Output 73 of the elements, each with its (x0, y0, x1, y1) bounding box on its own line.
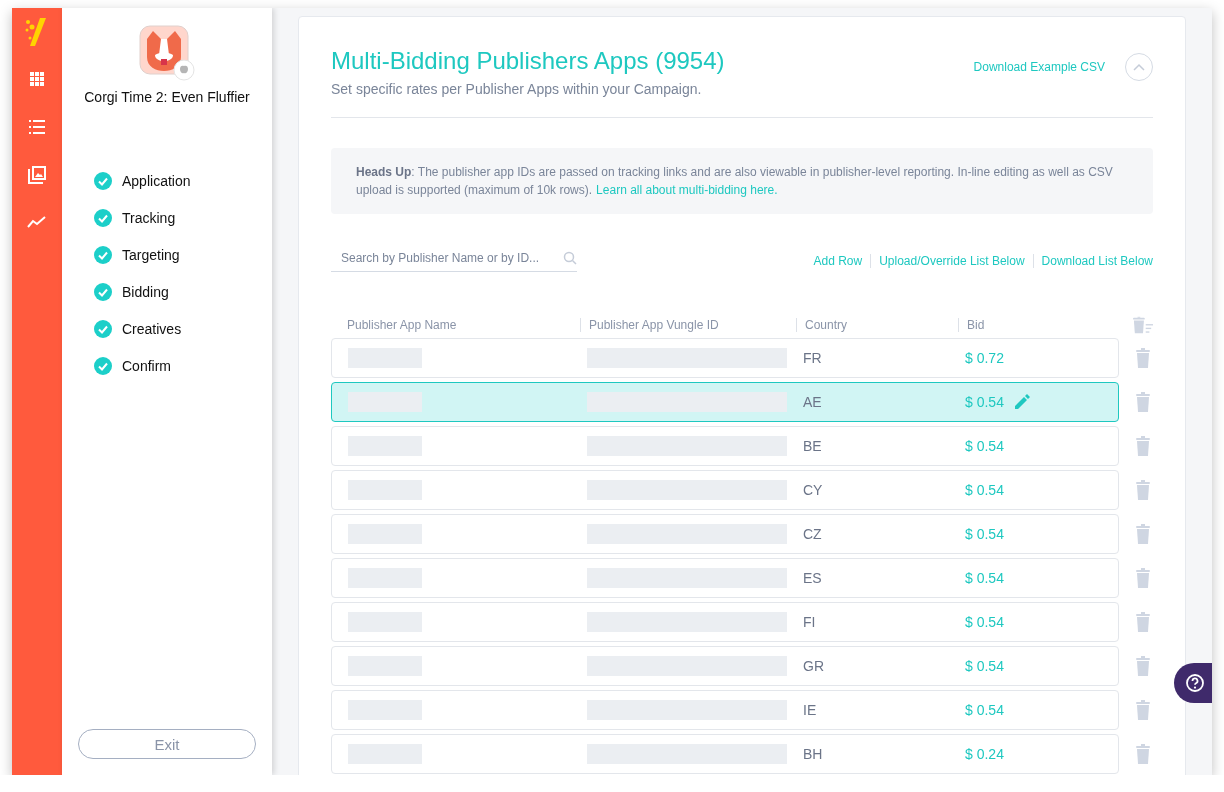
download-example-link[interactable]: Download Example CSV (973, 60, 1105, 74)
step-label[interactable]: Application (122, 172, 191, 189)
bid-cell[interactable]: $ 0.54 (965, 658, 1004, 674)
search-icon (563, 250, 577, 265)
action-link[interactable]: Add Row (805, 254, 871, 268)
page-subtitle: Set specific rates per Publisher Apps within your Campaign. (331, 81, 703, 97)
trash-icon[interactable] (1135, 480, 1151, 500)
country-cell-text: CY (803, 482, 824, 498)
country-cell-text: CZ (803, 526, 823, 542)
collapse-button[interactable] (1125, 53, 1153, 81)
bid-cell[interactable]: $ 0.72 (965, 350, 1004, 366)
learn-more-link[interactable]: Learn all about multi-bidding here. (596, 183, 778, 197)
column-header[interactable]: Bid (958, 318, 1133, 332)
page-title: Multi-Bidding Publishers Apps (9954) (331, 47, 726, 75)
heads-up-notice: Heads Up: The publisher app IDs are passed on tracking links and are also viewable in publisher-level reporting. In-line editing as well as CSV upload is supported (maximum of 10k rows). Learn all about multi-bidding here. (331, 148, 1153, 214)
step-label[interactable]: Bidding (122, 283, 169, 300)
trash-icon[interactable] (1135, 744, 1151, 764)
bid-cell[interactable]: $ 0.24 (965, 746, 1004, 762)
step-label[interactable]: Targeting (122, 246, 180, 263)
bid-cell[interactable]: $ 0.54 (965, 482, 1004, 498)
table-row[interactable]: GR $ 0.54 (331, 646, 1119, 686)
country-cell-text: GR (803, 658, 825, 674)
trash-icon[interactable] (1135, 524, 1151, 544)
trash-icon[interactable] (1135, 656, 1151, 676)
app-icon (139, 25, 195, 81)
column-header[interactable]: Publisher App Name (331, 318, 580, 332)
chevron-up-icon (1133, 63, 1145, 71)
step-label[interactable]: Tracking (122, 209, 176, 226)
country-cell-text: BH (803, 746, 824, 762)
country-cell-text: ES (803, 570, 823, 586)
bid-cell[interactable]: $ 0.54 (965, 438, 1004, 454)
table-row[interactable]: IE $ 0.54 (331, 690, 1119, 730)
table-row[interactable]: FI $ 0.54 (331, 602, 1119, 642)
pencil-icon[interactable] (1013, 394, 1030, 410)
bid-cell[interactable]: $ 0.54 (965, 394, 1004, 410)
bid-cell[interactable]: $ 0.54 (965, 702, 1004, 718)
table-row[interactable]: BH $ 0.24 (331, 734, 1119, 774)
country-cell-text: FR (803, 350, 823, 366)
delete-all-icon[interactable] (1133, 316, 1153, 334)
table-row[interactable]: FR $ 0.72 (331, 338, 1119, 378)
table-row[interactable]: ES $ 0.54 (331, 558, 1119, 598)
column-header[interactable]: Publisher App Vungle ID (580, 318, 796, 332)
trend-line-icon[interactable] (27, 216, 47, 228)
grid-icon[interactable] (30, 72, 44, 86)
question-mark-icon (1185, 673, 1205, 693)
trash-icon[interactable] (1135, 348, 1151, 368)
trash-icon[interactable] (1135, 700, 1151, 720)
table-row[interactable]: AE $ 0.54 (331, 382, 1119, 422)
image-gallery-icon[interactable] (28, 166, 46, 184)
country-cell-text: IE (803, 702, 818, 718)
help-button[interactable] (1174, 663, 1212, 703)
column-header[interactable]: Country (796, 318, 958, 332)
table-row[interactable]: BE $ 0.54 (331, 426, 1119, 466)
trash-icon[interactable] (1135, 612, 1151, 632)
step-label[interactable]: Creatives (122, 320, 182, 337)
list-icon[interactable] (29, 120, 45, 134)
country-cell-text: AE (803, 394, 823, 410)
table-row[interactable]: CY $ 0.54 (331, 470, 1119, 510)
country-cell-text: FI (803, 614, 817, 630)
exit-button[interactable]: Exit (78, 729, 256, 759)
bid-cell[interactable]: $ 0.54 (965, 614, 1004, 630)
trash-icon[interactable] (1135, 568, 1151, 588)
bid-cell[interactable]: $ 0.54 (965, 526, 1004, 542)
action-link[interactable]: Download List Below (1032, 254, 1153, 268)
trash-icon[interactable] (1135, 392, 1151, 412)
app-name: Corgi Time 2: Even Fluffier (84, 89, 250, 105)
step-label[interactable]: Confirm (122, 357, 171, 374)
search-field[interactable]: Search by Publisher Name or by ID... (331, 244, 577, 272)
trash-icon[interactable] (1135, 436, 1151, 456)
bid-cell[interactable]: $ 0.54 (965, 570, 1004, 586)
action-link[interactable]: Upload/Override List Below (870, 254, 1033, 268)
country-cell-text: BE (803, 438, 823, 454)
table-row[interactable]: CZ $ 0.54 (331, 514, 1119, 554)
